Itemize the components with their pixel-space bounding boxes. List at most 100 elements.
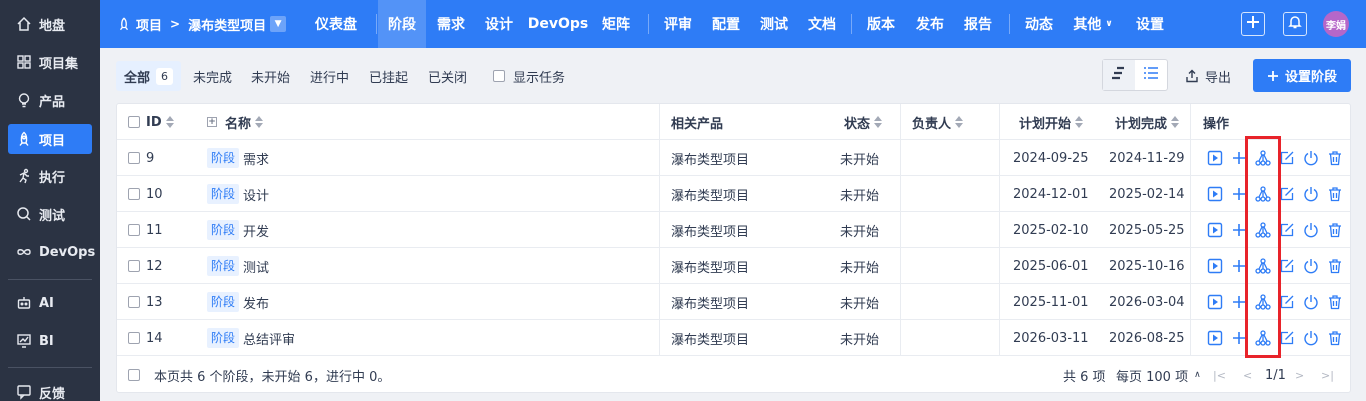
nav-settings[interactable]: 设置	[1130, 0, 1170, 48]
list-view-button[interactable]	[1135, 60, 1167, 90]
nav-separator	[376, 14, 377, 34]
filter-not-started[interactable]: 未开始	[251, 62, 290, 90]
row-checkbox[interactable]	[128, 152, 140, 164]
prev-page-icon[interactable]: <	[1243, 369, 1252, 382]
select-all-checkbox[interactable]	[128, 116, 140, 128]
export-button[interactable]: 导出	[1185, 62, 1231, 90]
project-switch-dropdown[interactable]: ▼	[270, 16, 287, 32]
table-header: ID + 名称 相关产品 状态 负责人 计划开始 计划完成 操作	[117, 104, 1350, 140]
nav-config[interactable]: 配置	[706, 0, 746, 48]
select-page-checkbox[interactable]	[128, 369, 140, 381]
sidebar-item-execution[interactable]: 执行	[8, 161, 92, 191]
nav-requirement[interactable]: 需求	[431, 0, 471, 48]
set-stage-button[interactable]: 设置阶段	[1253, 59, 1351, 92]
cell-product: 瀑布类型项目	[671, 152, 750, 168]
notification-button[interactable]	[1283, 12, 1307, 36]
stage-name-link[interactable]: 设计	[243, 185, 269, 204]
nav-docs[interactable]: 文档	[802, 0, 842, 48]
nav-design[interactable]: 设计	[479, 0, 519, 48]
start-icon[interactable]	[1206, 257, 1224, 275]
nav-report[interactable]: 报告	[958, 0, 998, 48]
start-icon[interactable]	[1206, 149, 1224, 167]
show-tasks-toggle[interactable]: 显示任务	[493, 62, 565, 90]
total-count: 共 6 项	[1063, 369, 1106, 385]
stage-name-link[interactable]: 总结评审	[243, 329, 295, 348]
list-icon	[1143, 66, 1159, 84]
filter-closed[interactable]: 已关闭	[428, 62, 467, 90]
nav-publish[interactable]: 发布	[910, 0, 950, 48]
sidebar-item-feedback[interactable]: 反馈	[8, 377, 92, 401]
stage-name-link[interactable]: 测试	[243, 257, 269, 276]
header-end[interactable]: 计划完成	[1115, 104, 1180, 140]
sidebar-item-devops[interactable]: DevOps	[8, 237, 95, 267]
stage-name-link[interactable]: 开发	[243, 221, 269, 240]
delete-icon[interactable]	[1326, 293, 1344, 311]
filter-all[interactable]: 全部 6	[116, 61, 182, 91]
row-checkbox[interactable]	[128, 332, 140, 344]
stage-name-link[interactable]: 发布	[243, 293, 269, 312]
start-icon[interactable]	[1206, 221, 1224, 239]
sidebar-item-product[interactable]: 产品	[8, 85, 92, 115]
filter-suspended[interactable]: 已挂起	[369, 62, 408, 90]
header-status[interactable]: 状态	[844, 104, 883, 140]
cell-begin: 2025-06-01	[1013, 258, 1089, 274]
expand-all-icon[interactable]: +	[207, 117, 217, 127]
gantt-view-button[interactable]	[1103, 60, 1135, 90]
filter-in-progress[interactable]: 进行中	[310, 62, 349, 90]
sidebar-item-program[interactable]: 项目集	[8, 47, 92, 77]
close-stage-icon[interactable]	[1302, 149, 1320, 167]
first-page-icon[interactable]: |<	[1213, 369, 1226, 382]
nav-matrix[interactable]: 矩阵	[596, 0, 636, 48]
header-name[interactable]: + 名称	[207, 104, 264, 140]
breadcrumb-root[interactable]: 项目	[136, 15, 162, 34]
row-checkbox[interactable]	[128, 188, 140, 200]
nav-release[interactable]: 版本	[861, 0, 901, 48]
start-icon[interactable]	[1206, 185, 1224, 203]
close-stage-icon[interactable]	[1302, 329, 1320, 347]
stage-tag: 阶段	[207, 292, 240, 312]
delete-icon[interactable]	[1326, 185, 1344, 203]
chevron-down-icon: ▼	[274, 19, 282, 29]
create-button[interactable]	[1241, 12, 1265, 36]
filter-unfinished[interactable]: 未完成	[193, 62, 232, 90]
cell-begin: 2025-02-10	[1013, 222, 1089, 238]
avatar[interactable]: 李娟	[1323, 11, 1349, 37]
sidebar-item-bi[interactable]: BI	[8, 326, 92, 356]
nav-devops[interactable]: DevOps	[528, 0, 589, 48]
show-tasks-checkbox[interactable]	[493, 70, 505, 82]
last-page-icon[interactable]: >|	[1321, 369, 1334, 382]
nav-more[interactable]: 其他 ∨	[1068, 0, 1118, 48]
nav-review[interactable]: 评审	[658, 0, 698, 48]
stage-name-link[interactable]: 需求	[243, 149, 269, 168]
close-stage-icon[interactable]	[1302, 221, 1320, 239]
close-stage-icon[interactable]	[1302, 257, 1320, 275]
close-stage-icon[interactable]	[1302, 185, 1320, 203]
delete-icon[interactable]	[1326, 329, 1344, 347]
sidebar-item-test[interactable]: 测试	[8, 199, 92, 229]
row-checkbox[interactable]	[128, 224, 140, 236]
close-stage-icon[interactable]	[1302, 293, 1320, 311]
header-begin[interactable]: 计划开始	[1019, 104, 1084, 140]
nav-dynamic[interactable]: 动态	[1019, 0, 1059, 48]
header-owner[interactable]: 负责人	[912, 104, 964, 140]
delete-icon[interactable]	[1326, 221, 1344, 239]
sidebar-item-dashboard[interactable]: 地盘	[8, 9, 92, 39]
sidebar-item-project[interactable]: 项目	[8, 124, 92, 154]
delete-icon[interactable]	[1326, 257, 1344, 275]
delete-icon[interactable]	[1326, 149, 1344, 167]
cell-product: 瀑布类型项目	[671, 224, 750, 240]
sidebar-item-ai[interactable]: AI	[8, 288, 92, 318]
next-page-icon[interactable]: >	[1295, 369, 1304, 382]
cell-name: 阶段 发布	[207, 284, 269, 320]
header-id[interactable]: ID	[128, 104, 174, 140]
start-icon[interactable]	[1206, 329, 1224, 347]
per-page-dropdown[interactable]: 每页 100 项 ∧	[1116, 366, 1201, 385]
nav-stage[interactable]: 阶段	[378, 0, 426, 48]
breadcrumb-current[interactable]: 瀑布类型项目	[188, 15, 266, 34]
row-checkbox[interactable]	[128, 296, 140, 308]
nav-test[interactable]: 测试	[754, 0, 794, 48]
start-icon[interactable]	[1206, 293, 1224, 311]
nav-dashboard[interactable]: 仪表盘	[303, 0, 369, 48]
rocket-icon	[117, 17, 131, 31]
row-checkbox[interactable]	[128, 260, 140, 272]
